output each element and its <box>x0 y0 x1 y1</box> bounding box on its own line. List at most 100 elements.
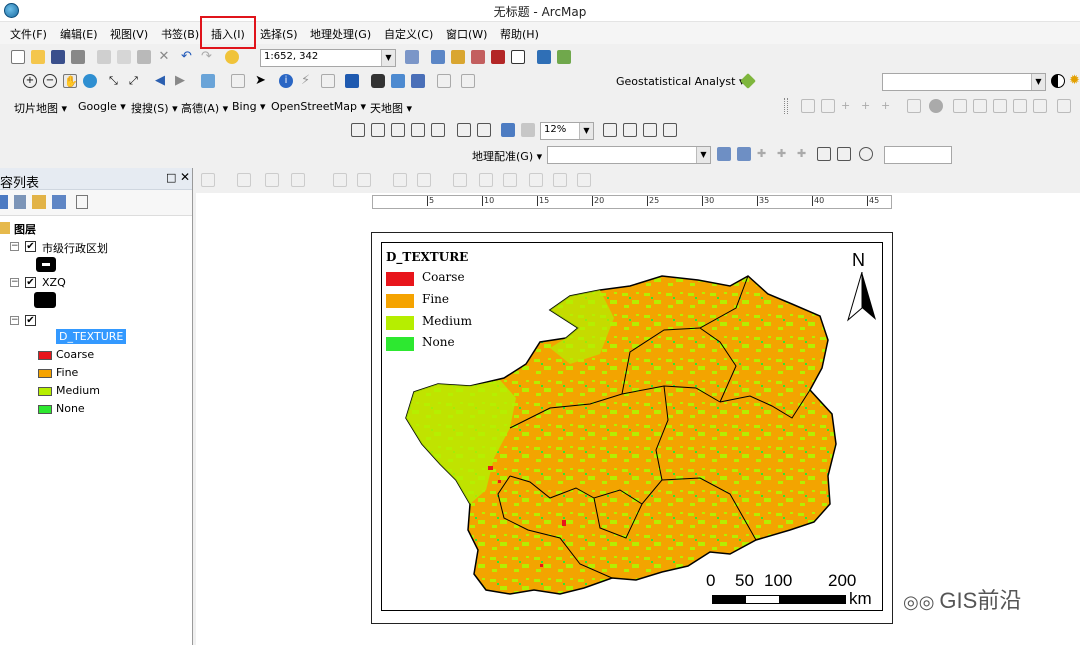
layout-zoom-in-icon[interactable] <box>350 122 366 138</box>
save-icon[interactable] <box>50 49 66 65</box>
rotate-icon[interactable] <box>716 146 732 162</box>
draw-tool-10-icon[interactable] <box>478 172 494 188</box>
add-data-icon[interactable] <box>224 49 240 65</box>
align-edge-icon[interactable]: + <box>840 98 856 114</box>
fixed-zoom-in-layout-icon[interactable] <box>456 122 472 138</box>
toc-options-icon[interactable] <box>76 195 88 209</box>
data-driven-pages-icon[interactable] <box>662 122 678 138</box>
layer-2-checkbox[interactable]: ✔ <box>25 277 36 288</box>
identify-icon[interactable]: i <box>278 73 294 89</box>
topology-rules-icon[interactable] <box>992 98 1008 114</box>
pan-hand-icon[interactable]: ✋ <box>62 73 78 89</box>
menu-file[interactable]: 文件(F) <box>10 26 47 42</box>
cut-icon[interactable] <box>96 49 112 65</box>
legend-title[interactable]: D_TEXTURE <box>386 250 468 264</box>
layout-zoom-out-icon[interactable] <box>370 122 386 138</box>
draw-tool-8-icon[interactable] <box>416 172 432 188</box>
georef-layer-combo[interactable]: ▼ <box>547 146 711 164</box>
split-icon[interactable]: + <box>860 98 876 114</box>
find-binoculars-icon[interactable] <box>370 73 386 89</box>
toggle-draft-mode-icon[interactable] <box>602 122 618 138</box>
html-popup-icon[interactable] <box>320 73 336 89</box>
georeferencing-menu[interactable]: 地理配准(G) ▾ <box>472 148 542 164</box>
zoom-whole-page-icon[interactable] <box>410 122 426 138</box>
layer-1-checkbox[interactable]: ✔ <box>25 241 36 252</box>
select-link-icon[interactable]: ✚ <box>776 146 792 162</box>
north-arrow-icon[interactable] <box>846 272 878 322</box>
list-by-selection-icon[interactable] <box>52 195 66 209</box>
chevron-down-icon[interactable]: ▼ <box>579 123 593 139</box>
hyperlink-icon[interactable]: ⚡ <box>300 73 316 89</box>
topology-more-icon[interactable] <box>1056 98 1072 114</box>
menu-help[interactable]: 帮助(H) <box>500 26 539 42</box>
collapse-layer-3-icon[interactable]: − <box>10 316 19 325</box>
fixed-zoom-in-icon[interactable]: ⤡ <box>108 73 124 89</box>
change-layout-icon[interactable] <box>642 122 658 138</box>
undo-icon[interactable]: ↶ <box>180 49 196 65</box>
previous-extent-icon[interactable] <box>500 122 516 138</box>
redo-icon[interactable]: ↷ <box>200 49 216 65</box>
tile-map-menu[interactable]: 切片地图 ▾ <box>14 100 67 116</box>
draw-tool-13-icon[interactable] <box>552 172 568 188</box>
print-icon[interactable] <box>70 49 86 65</box>
contrast-icon[interactable] <box>1050 73 1066 89</box>
draw-tool-11-icon[interactable] <box>502 172 518 188</box>
clear-selection-icon[interactable] <box>230 73 246 89</box>
menu-geoprocessing[interactable]: 地理处理(G) <box>310 26 371 42</box>
shared-features-icon[interactable] <box>972 98 988 114</box>
new-document-icon[interactable] <box>10 49 26 65</box>
layer-2-name[interactable]: XZQ <box>42 276 66 289</box>
generalize-icon[interactable]: + <box>880 98 896 114</box>
construct-icon[interactable] <box>1012 98 1028 114</box>
topology-icon[interactable] <box>800 98 816 114</box>
geostatistical-analyst-menu[interactable]: Geostatistical Analyst ▾ <box>616 75 745 88</box>
find-route-icon[interactable] <box>390 73 406 89</box>
go-to-xy-icon[interactable] <box>410 73 426 89</box>
menu-bookmarks[interactable]: 书签(B) <box>161 26 199 42</box>
menu-selection[interactable]: 选择(S) <box>260 26 298 42</box>
forward-extent-icon[interactable]: ▶ <box>174 73 190 89</box>
fix-topology-icon[interactable] <box>952 98 968 114</box>
next-extent-icon[interactable] <box>520 122 536 138</box>
draw-tool-9-icon[interactable] <box>452 172 468 188</box>
collapse-layer-1-icon[interactable]: − <box>10 242 19 251</box>
menu-edit[interactable]: 编辑(E) <box>60 26 98 42</box>
draw-tool-4-icon[interactable] <box>290 172 306 188</box>
fine-swatch[interactable] <box>38 369 52 378</box>
chevron-down-icon[interactable]: ▼ <box>1031 74 1045 90</box>
layer-3-checkbox[interactable]: ✔ <box>25 315 36 326</box>
toolbar-grip[interactable] <box>784 98 788 114</box>
draw-tool-6-icon[interactable] <box>356 172 372 188</box>
layout-zoom-combo[interactable]: 12% ▼ <box>540 122 594 140</box>
draw-tool-2-icon[interactable] <box>236 172 252 188</box>
shift-icon[interactable] <box>736 146 752 162</box>
gaode-menu[interactable]: 高德(A) ▾ <box>181 100 228 116</box>
draw-tool-1-icon[interactable] <box>200 172 216 188</box>
coarse-swatch[interactable] <box>38 351 52 360</box>
tianditu-menu[interactable]: 天地图 ▾ <box>370 100 412 116</box>
chevron-down-icon[interactable]: ▼ <box>696 147 710 163</box>
menu-windows[interactable]: 窗口(W) <box>446 26 487 42</box>
layer-selector-combo[interactable]: ▼ <box>882 73 1046 91</box>
list-by-source-icon[interactable] <box>14 195 26 209</box>
paste-icon[interactable] <box>136 49 152 65</box>
fixed-zoom-out-icon[interactable]: ⤢ <box>128 73 144 89</box>
chevron-down-icon[interactable]: ▼ <box>381 50 395 66</box>
close-icon[interactable]: ✕ <box>180 170 190 184</box>
validate-icon[interactable] <box>906 98 922 114</box>
modelbuilder-icon[interactable] <box>536 49 552 65</box>
layer-1-name[interactable]: 市级行政区划 <box>42 240 108 256</box>
geostatistical-wizard-icon[interactable] <box>740 73 756 89</box>
add-control-points-icon[interactable]: ✚ <box>756 146 772 162</box>
collapse-layer-2-icon[interactable]: − <box>10 278 19 287</box>
flip-rotate-menu-icon[interactable] <box>858 146 874 162</box>
view-link-table-icon[interactable] <box>816 146 832 162</box>
table-of-contents-icon[interactable] <box>430 49 446 65</box>
python-window-icon[interactable] <box>510 49 526 65</box>
rotate-angle-input[interactable] <box>884 146 952 164</box>
layer-2-symbol[interactable] <box>34 292 56 308</box>
brightness-icon[interactable]: ✹ <box>1068 73 1080 89</box>
zoom-to-link-icon[interactable]: ✚ <box>796 146 812 162</box>
fixed-zoom-out-layout-icon[interactable] <box>476 122 492 138</box>
catalog-icon[interactable] <box>450 49 466 65</box>
